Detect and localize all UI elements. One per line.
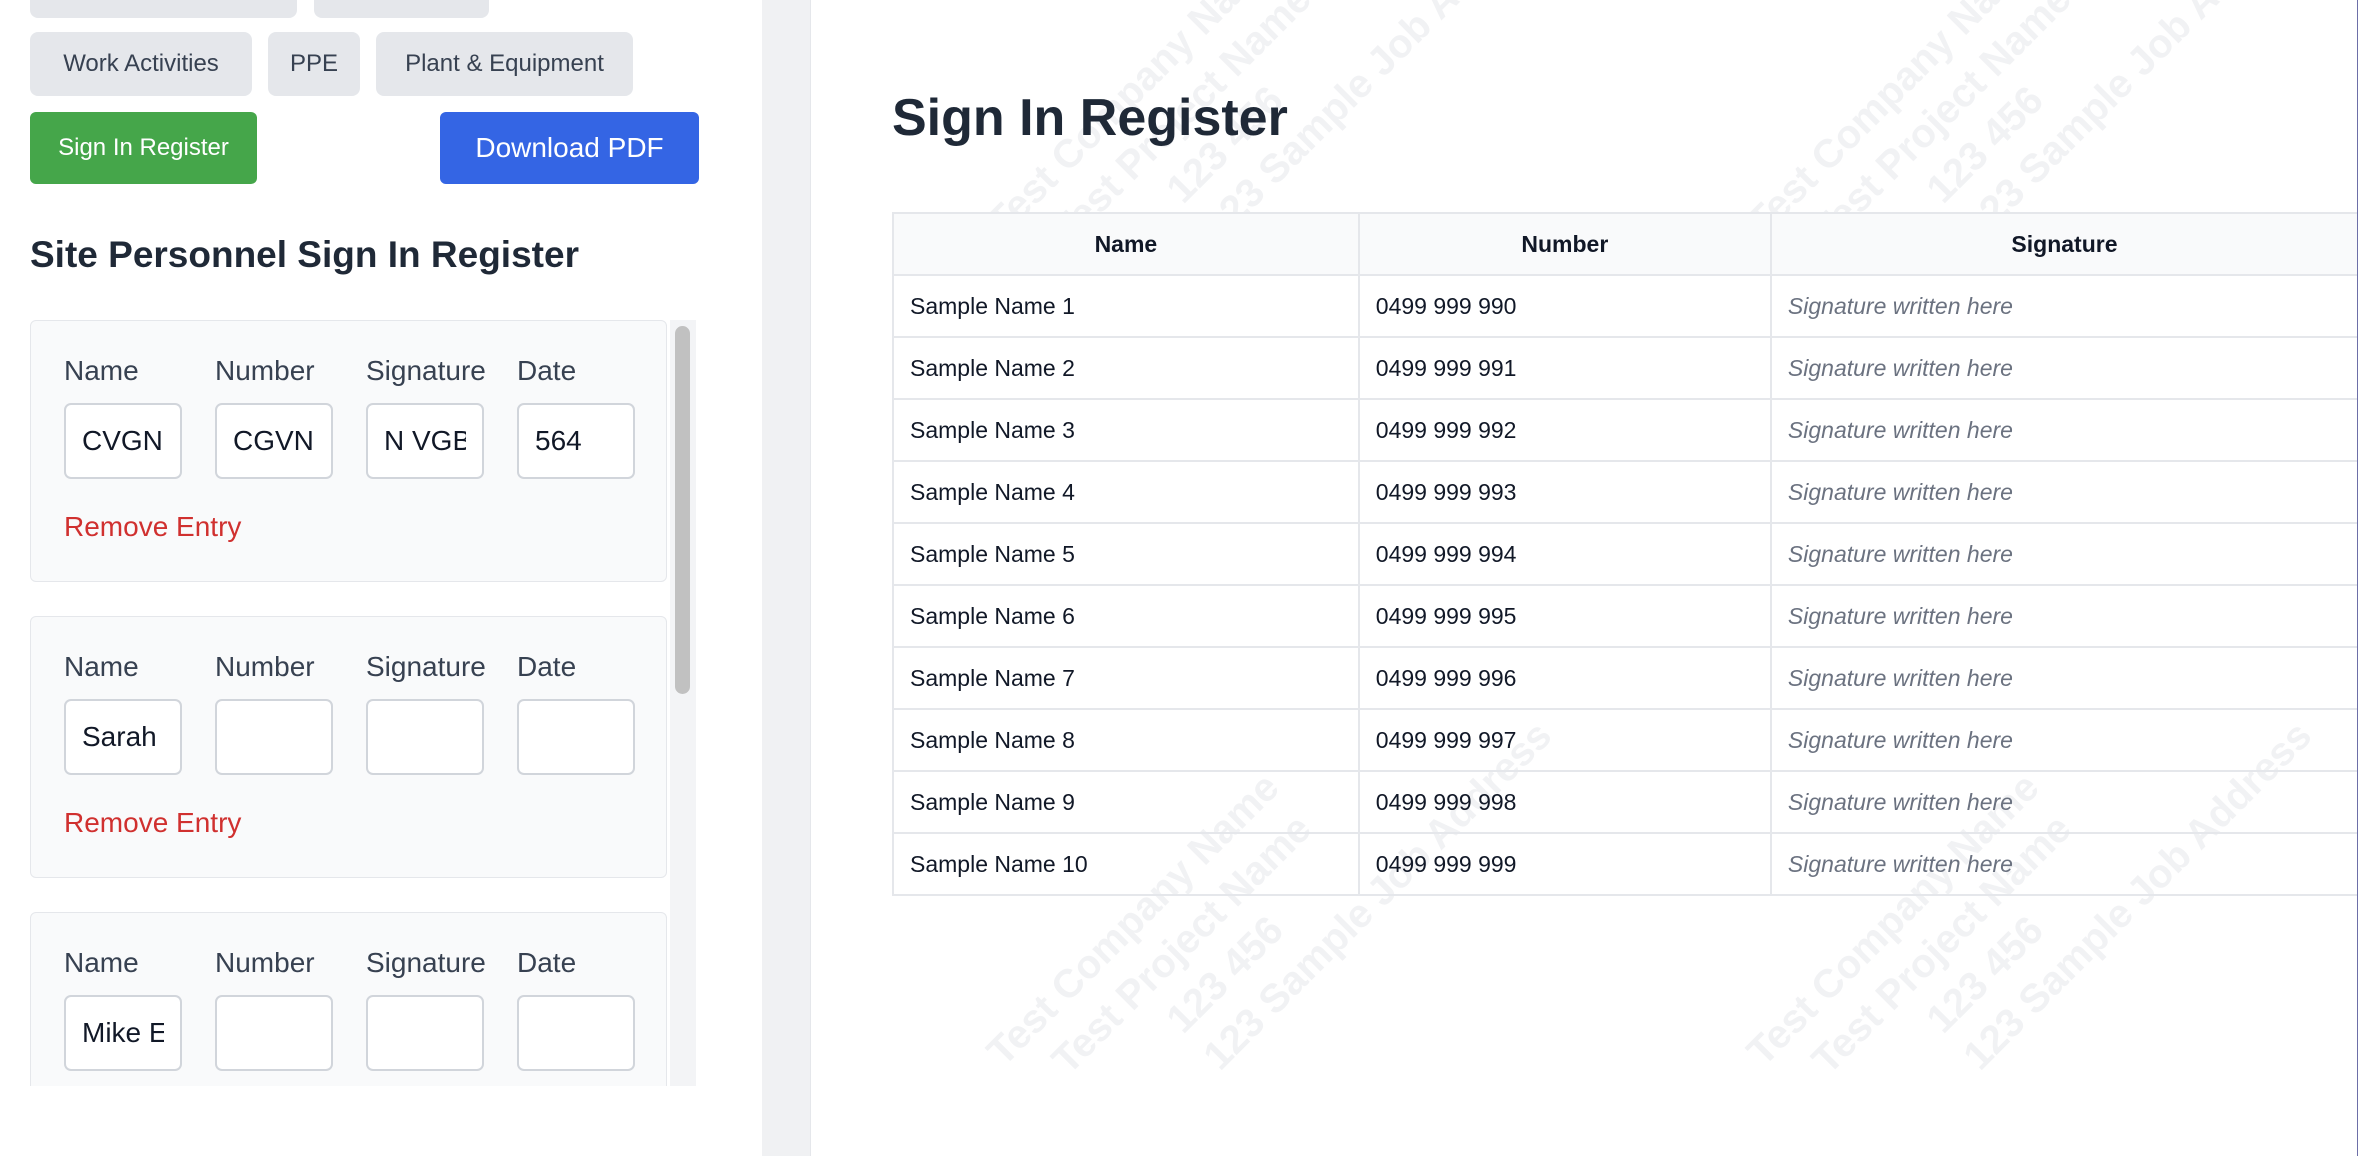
table-row: Sample Name 2 0499 999 991 Signature writt… <box>892 336 2358 400</box>
cell-signature: Signature written here <box>1769 274 2358 338</box>
signature-input[interactable] <box>366 995 484 1071</box>
tab-sign-in-register[interactable]: Sign In Register <box>30 112 257 184</box>
remove-entry-button[interactable]: Remove Entry <box>64 807 241 839</box>
name-input[interactable] <box>64 995 182 1071</box>
signature-label: Signature <box>366 947 486 978</box>
cell-signature: Signature written here <box>1769 460 2358 524</box>
cell-name: Sample Name 6 <box>892 584 1360 648</box>
table-row: Sample Name 6 0499 999 995 Signature writt… <box>892 584 2358 648</box>
tab-hidden-2[interactable] <box>314 0 489 18</box>
cell-name: Sample Name 7 <box>892 646 1360 710</box>
preview-title: Sign In Register <box>892 89 1288 147</box>
table-row: Sample Name 10 0499 999 999 Signature writ… <box>892 832 2358 896</box>
date-label: Date <box>517 355 577 386</box>
number-label: Number <box>215 355 315 386</box>
table-row: Sample Name 1 0499 999 990 Signature writt… <box>892 274 2358 338</box>
tab-plant-equipment[interactable]: Plant & Equipment <box>376 32 633 96</box>
signature-input[interactable] <box>366 403 484 479</box>
date-input[interactable] <box>517 403 635 479</box>
cell-number: 0499 999 994 <box>1357 522 1772 586</box>
number-input[interactable] <box>215 995 333 1071</box>
cell-number: 0499 999 990 <box>1357 274 1772 338</box>
column-header-signature: Signature <box>1769 212 2358 276</box>
cell-signature: Signature written here <box>1769 646 2358 710</box>
table-header-row: Name Number Signature <box>892 212 2358 276</box>
cell-signature: Signature written here <box>1769 584 2358 648</box>
cell-signature: Signature written here <box>1769 770 2358 834</box>
cell-number: 0499 999 996 <box>1357 646 1772 710</box>
column-header-number: Number <box>1357 212 1772 276</box>
cell-number: 0499 999 999 <box>1357 832 1772 896</box>
number-label: Number <box>215 947 315 978</box>
entry-card: Name Number Signature Date Remove Entry <box>30 616 667 878</box>
cell-number: 0499 999 998 <box>1357 770 1772 834</box>
table-row: Sample Name 4 0499 999 993 Signature writt… <box>892 460 2358 524</box>
table-row: Sample Name 5 0499 999 994 Signature writt… <box>892 522 2358 586</box>
entries-list[interactable]: Name Number Signature Date Remove Entry … <box>30 320 698 1086</box>
signature-label: Signature <box>366 355 486 386</box>
name-label: Name <box>64 947 139 978</box>
table-row: Sample Name 9 0499 999 998 Signature writt… <box>892 770 2358 834</box>
cell-number: 0499 999 995 <box>1357 584 1772 648</box>
cell-name: Sample Name 10 <box>892 832 1360 896</box>
date-label: Date <box>517 947 577 978</box>
cell-name: Sample Name 3 <box>892 398 1360 462</box>
number-input[interactable] <box>215 699 333 775</box>
cell-signature: Signature written here <box>1769 336 2358 400</box>
table-row: Sample Name 3 0499 999 992 Signature writt… <box>892 398 2358 462</box>
cell-name: Sample Name 5 <box>892 522 1360 586</box>
date-label: Date <box>517 651 577 682</box>
name-input[interactable] <box>64 699 182 775</box>
cell-name: Sample Name 9 <box>892 770 1360 834</box>
remove-entry-button[interactable]: Remove Entry <box>64 511 241 543</box>
entry-card: Name Number Signature Date <box>30 912 667 1086</box>
cell-signature: Signature written here <box>1769 398 2358 462</box>
cell-signature: Signature written here <box>1769 522 2358 586</box>
entry-card: Name Number Signature Date Remove Entry <box>30 320 667 582</box>
cell-signature: Signature written here <box>1769 708 2358 772</box>
number-label: Number <box>215 651 315 682</box>
cell-number: 0499 999 991 <box>1357 336 1772 400</box>
cell-name: Sample Name 1 <box>892 274 1360 338</box>
entries-scrollbar[interactable] <box>670 320 696 1086</box>
number-input[interactable] <box>215 403 333 479</box>
signature-input[interactable] <box>366 699 484 775</box>
table-row: Sample Name 8 0499 999 997 Signature writt… <box>892 708 2358 772</box>
table-row: Sample Name 7 0499 999 996 Signature writt… <box>892 646 2358 710</box>
panel-divider <box>762 0 810 1156</box>
tab-work-activities[interactable]: Work Activities <box>30 32 252 96</box>
editor-panel: Work Activities PPE Plant & Equipment Si… <box>0 0 762 1156</box>
date-input[interactable] <box>517 699 635 775</box>
name-label: Name <box>64 651 139 682</box>
cell-name: Sample Name 2 <box>892 336 1360 400</box>
register-table: Name Number Signature Sample Name 1 0499 … <box>892 212 2358 896</box>
tab-hidden-1[interactable] <box>30 0 297 18</box>
date-input[interactable] <box>517 995 635 1071</box>
section-title: Site Personnel Sign In Register <box>30 234 579 275</box>
scrollbar-thumb[interactable] <box>675 326 690 694</box>
signature-label: Signature <box>366 651 486 682</box>
pdf-preview: Test Company Name Test Project Name 123 45… <box>810 0 2358 1156</box>
column-header-name: Name <box>892 212 1360 276</box>
name-label: Name <box>64 355 139 386</box>
name-input[interactable] <box>64 403 182 479</box>
cell-name: Sample Name 4 <box>892 460 1360 524</box>
tab-ppe[interactable]: PPE <box>268 32 360 96</box>
cell-name: Sample Name 8 <box>892 708 1360 772</box>
download-pdf-button[interactable]: Download PDF <box>440 112 699 184</box>
cell-number: 0499 999 997 <box>1357 708 1772 772</box>
cell-signature: Signature written here <box>1769 832 2358 896</box>
cell-number: 0499 999 992 <box>1357 398 1772 462</box>
cell-number: 0499 999 993 <box>1357 460 1772 524</box>
